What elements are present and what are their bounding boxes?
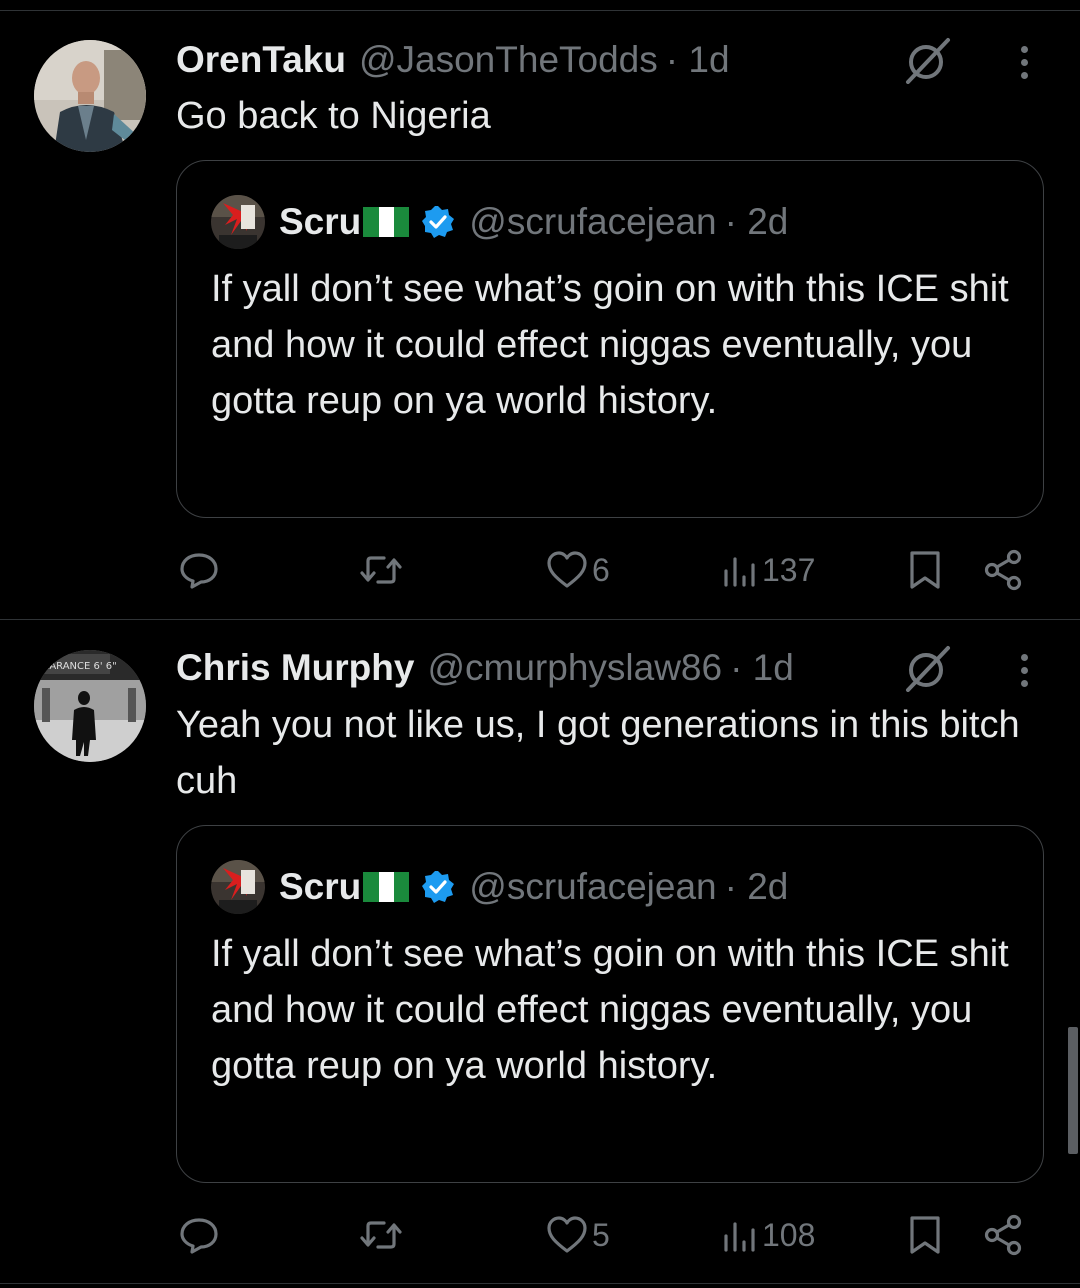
verified-badge-icon <box>422 206 455 238</box>
tweet-header: Chris Murphy @cmurphyslaw86 · 1d <box>176 646 794 690</box>
avatar[interactable] <box>34 40 146 152</box>
quote-text: If yall don’t see what’s goin on with th… <box>211 933 1009 1087</box>
bookmark-icon <box>910 551 940 589</box>
grok-icon[interactable] <box>904 644 952 692</box>
views-button[interactable]: 108 <box>722 1205 815 1265</box>
tweet-actions: 5 108 <box>0 1205 1080 1265</box>
more-icon[interactable] <box>1014 648 1034 692</box>
share-icon <box>984 549 1022 591</box>
reply-button[interactable] <box>178 540 220 600</box>
quote-author-name: Scru <box>279 201 362 242</box>
nigeria-flag-icon <box>363 872 410 902</box>
view-count: 108 <box>762 1216 816 1253</box>
reply-button[interactable] <box>178 1205 220 1265</box>
scrollbar[interactable] <box>1068 1027 1078 1154</box>
author-handle[interactable]: @cmurphyslaw86 <box>427 647 722 689</box>
avatar[interactable]: EARANCE 6' 6" <box>34 650 146 762</box>
share-button[interactable] <box>984 540 1024 600</box>
avatar-sign-text: EARANCE 6' 6" <box>43 661 117 672</box>
like-button[interactable]: 6 <box>546 540 610 600</box>
author-name[interactable]: Chris Murphy <box>176 647 414 689</box>
bookmark-button[interactable] <box>908 1205 942 1265</box>
quote-header: Scru @scrufacejean · 2d <box>279 199 788 245</box>
more-icon[interactable] <box>1014 40 1034 84</box>
quote-author-handle: @scrufacejean <box>469 201 717 242</box>
quote-text: If yall don’t see what’s goin on with th… <box>211 268 1009 422</box>
quote-avatar <box>211 860 265 914</box>
bookmark-button[interactable] <box>908 540 942 600</box>
tweet-time[interactable]: · 1d <box>666 39 730 81</box>
retweet-icon <box>360 556 402 584</box>
verified-badge-icon <box>422 871 455 903</box>
bottom-divider <box>0 1283 1080 1284</box>
heart-icon <box>547 551 587 588</box>
tweet-text: Go back to Nigeria <box>176 95 491 137</box>
quoted-tweet[interactable]: Scru @scrufacejean · 2d If yall don’t se… <box>176 160 1044 518</box>
reply-icon <box>180 553 218 589</box>
share-icon <box>984 1214 1022 1256</box>
tweet-header: OrenTaku @JasonTheTodds · 1d <box>176 38 730 82</box>
views-icon <box>724 557 755 587</box>
reply-icon <box>180 1218 218 1254</box>
views-icon <box>724 1222 755 1252</box>
quote-avatar <box>211 195 265 249</box>
quote-time: · 2d <box>724 866 789 907</box>
views-button[interactable]: 137 <box>722 540 815 600</box>
retweet-icon <box>360 1221 402 1249</box>
like-count: 5 <box>592 1216 610 1253</box>
view-count: 137 <box>762 551 816 588</box>
like-count: 6 <box>592 551 610 588</box>
bookmark-icon <box>910 1216 940 1254</box>
quoted-tweet[interactable]: Scru @scrufacejean · 2d If yall don’t se… <box>176 825 1044 1183</box>
top-divider <box>0 10 1080 11</box>
quote-author-handle: @scrufacejean <box>469 866 717 907</box>
grok-icon[interactable] <box>904 36 952 84</box>
tweet-time[interactable]: · 1d <box>730 647 794 689</box>
retweet-button[interactable] <box>358 1205 404 1265</box>
tweet-text: Yeah you not like us, I got generations … <box>176 704 1020 802</box>
retweet-button[interactable] <box>358 540 404 600</box>
author-handle[interactable]: @JasonTheTodds <box>359 39 658 81</box>
like-button[interactable]: 5 <box>546 1205 610 1265</box>
nigeria-flag-icon <box>363 207 410 237</box>
quote-header: Scru @scrufacejean · 2d <box>279 864 788 910</box>
share-button[interactable] <box>984 1205 1024 1265</box>
heart-icon <box>547 1216 587 1253</box>
tweet-divider <box>0 619 1080 620</box>
quote-author-name: Scru <box>279 866 362 907</box>
tweet-actions: 6 137 <box>0 540 1080 600</box>
quote-time: · 2d <box>724 201 789 242</box>
author-name[interactable]: OrenTaku <box>176 39 346 81</box>
